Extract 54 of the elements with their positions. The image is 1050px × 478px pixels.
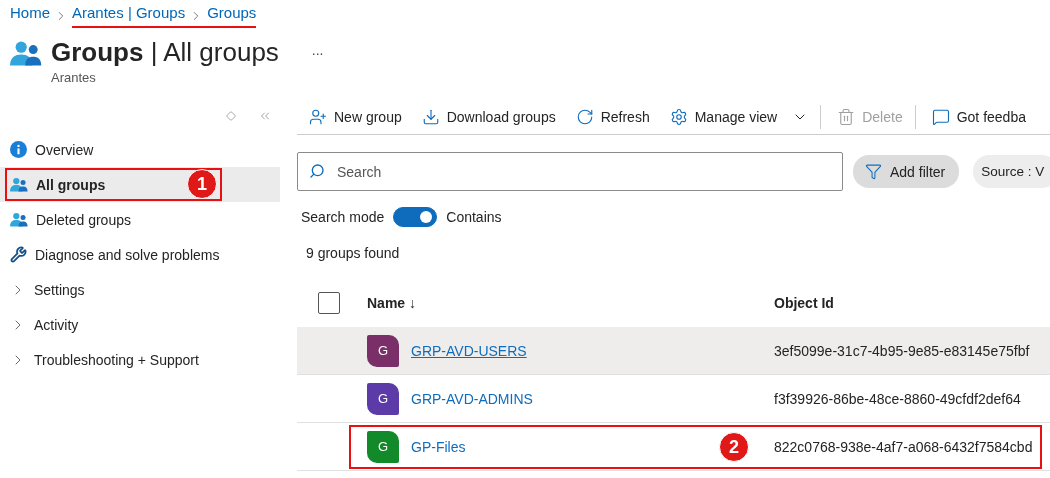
search-icon — [309, 163, 325, 179]
breadcrumb-link[interactable]: Arantes | Groups — [72, 4, 186, 28]
group-link[interactable]: GRP-AVD-USERS — [411, 342, 527, 359]
step-badge: 1 — [187, 169, 217, 199]
refresh-icon — [575, 108, 594, 126]
toggle-switch[interactable] — [393, 207, 438, 227]
breadcrumb-link[interactable]: Groups — [207, 4, 257, 28]
table-row[interactable]: G GP-Files 2 822c0768-938e-4af7-a068-6432f7584cbd — [297, 423, 1050, 471]
wrench-icon — [10, 246, 27, 263]
page-subtitle: Arantes — [51, 70, 97, 85]
group-avatar: G — [367, 430, 399, 463]
people-icon — [10, 177, 28, 192]
sidebar-item[interactable]: Overview — [0, 132, 280, 167]
info-icon — [10, 141, 27, 158]
table-cell: 822c0768-938e-4af7-a068-6432f7584cbd — [774, 438, 1033, 455]
more-options[interactable]: ... — [311, 42, 324, 58]
user-plus-icon — [309, 108, 327, 126]
page-title: Groups | All groups — [51, 36, 279, 68]
toolbar-button[interactable]: Got feedba — [919, 102, 1034, 132]
trash-icon — [837, 108, 856, 126]
filter-pill[interactable]: Source : V — [973, 155, 1050, 188]
toolbar-button[interactable]: Download groups — [409, 102, 564, 132]
search-field[interactable]: Search — [297, 152, 843, 191]
group-link[interactable]: GRP-AVD-ADMINS — [411, 390, 533, 407]
column-header[interactable]: Object Id — [774, 294, 834, 311]
funnel-icon — [865, 163, 882, 180]
download-icon — [421, 108, 440, 126]
result-count: 9 groups found — [305, 245, 401, 261]
table-cell: f3f39926-86be-48ce-8860-49cfdf2def64 — [774, 390, 1021, 407]
settings-icon — [669, 108, 688, 126]
column-header[interactable]: Name ↓ — [367, 294, 417, 311]
search-mode-label: Search mode — [301, 209, 385, 225]
sidebar-item[interactable]: Troubleshooting + Support — [0, 342, 280, 377]
toolbar-button[interactable]: New group — [297, 102, 410, 132]
select-all-checkbox[interactable] — [318, 291, 340, 314]
chat-icon — [931, 108, 950, 126]
group-avatar: G — [367, 334, 399, 367]
sidebar-item[interactable]: Deleted groups — [0, 202, 280, 237]
breadcrumb-link[interactable]: Home — [10, 4, 50, 28]
groups-icon — [10, 40, 42, 66]
sidebar-item[interactable]: Settings — [0, 272, 280, 307]
sidebar-item[interactable]: Activity — [0, 307, 280, 342]
search-mode-value: Contains — [446, 209, 502, 225]
toolbar-button[interactable]: Refresh — [563, 102, 658, 132]
step-badge: 2 — [719, 432, 749, 462]
table-cell: 3ef5099e-31c7-4b95-9e85-e83145e75fbf — [774, 342, 1030, 359]
sidebar-item[interactable]: Diagnose and solve problems — [0, 237, 280, 272]
group-link[interactable]: GP-Files — [411, 438, 466, 455]
group-avatar: G — [367, 382, 399, 415]
toolbar-button[interactable]: Manage view — [657, 102, 817, 132]
add-filter-button[interactable]: Add filter — [853, 155, 960, 188]
table-row[interactable]: G GRP-AVD-USERS 3ef5099e-31c7-4b95-9e85-e83145e75fbf — [297, 327, 1050, 375]
sidebar-item[interactable]: All groups 1 — [0, 167, 280, 202]
people-icon — [10, 212, 28, 227]
